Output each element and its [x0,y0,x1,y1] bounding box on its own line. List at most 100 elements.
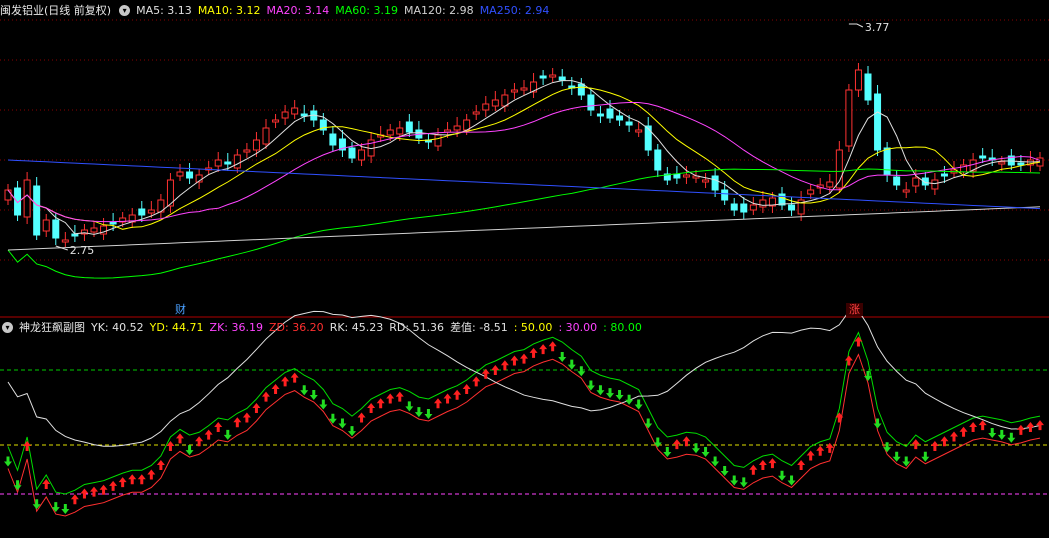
candle [243,149,251,153]
up-arrow-icon [443,393,452,404]
high-marker: 3.77 [865,21,890,34]
down-arrow-icon [61,504,70,514]
down-arrow-icon [51,502,60,513]
candle [940,173,948,177]
candle [740,203,748,213]
up-arrow-icon [281,376,290,387]
rk-value: RK: 45.23 [329,320,384,334]
candle [902,189,910,193]
down-arrow-icon [663,447,672,457]
candle [759,199,767,208]
stock-chart[interactable]: 3.77 2.75 [0,0,1049,538]
candle [329,133,337,146]
candle [749,204,757,211]
down-arrow-icon [223,429,232,440]
candle [883,147,891,176]
down-arrow-icon [309,390,318,400]
down-arrow-icon [988,428,997,438]
down-arrow-icon [739,477,748,488]
up-arrow-icon [128,474,137,485]
up-arrow-icon [797,460,806,470]
candle [405,121,413,133]
ma5-value: MA5: 3.13 [136,3,192,17]
candle [52,219,60,239]
up-arrow-icon [969,422,978,432]
up-arrow-icon [376,398,385,409]
candle [186,171,194,179]
candle [835,149,843,189]
limit-up-badge[interactable]: 涨 [846,303,863,316]
candle [854,69,862,91]
candle [539,75,547,79]
up-arrow-icon [233,417,242,428]
candle [109,221,117,225]
candle [606,108,614,119]
candle [386,129,394,136]
ma250-value: MA250: 2.94 [479,3,550,17]
candle [730,203,738,211]
candle [348,147,356,159]
candle [23,179,31,218]
down-arrow-icon [4,456,12,467]
up-arrow-icon [510,355,519,366]
up-arrow-icon [109,480,118,491]
up-arrow-icon [1036,420,1044,431]
down-arrow-icon [319,399,328,410]
chevron-down-icon[interactable]: ▾ [119,4,131,16]
down-arrow-icon [634,399,643,410]
up-arrow-icon [434,398,442,409]
low-marker: 2.75 [70,244,95,257]
candle [682,174,690,178]
down-arrow-icon [615,390,624,400]
candle [396,127,404,135]
sub-header: ▾ 神龙狂飙副图 YK: 40.52 YD: 44.71 ZK: 36.19 Z… [0,318,648,336]
down-arrow-icon [424,409,433,419]
up-arrow-icon [290,372,299,383]
up-arrow-icon [262,391,270,402]
candle [845,89,853,147]
candle [893,176,901,186]
candle [625,121,633,126]
up-arrow-icon [491,365,500,375]
candle [931,179,939,190]
up-arrow-icon [70,494,79,505]
down-arrow-icon [558,352,567,362]
down-arrow-icon [300,385,309,396]
up-arrow-icon [252,403,261,413]
candle [778,193,786,206]
candle [616,115,624,121]
up-arrow-icon [357,412,366,423]
rd-value: RD: 51.36 [389,320,445,334]
candle [291,107,299,115]
down-arrow-icon [185,445,194,456]
up-arrow-icon [548,341,557,352]
candle [912,177,920,187]
down-arrow-icon [625,394,634,405]
up-arrow-icon [118,477,127,488]
up-arrow-icon [529,347,538,358]
candle [233,154,241,169]
up-arrow-icon [481,368,490,379]
down-arrow-icon [921,451,930,462]
up-arrow-icon [539,344,548,355]
up-arrow-icon [930,441,939,451]
down-arrow-icon [778,470,786,481]
candle [520,87,528,91]
down-arrow-icon [567,359,576,370]
candle [176,171,184,177]
chevron-down-icon[interactable]: ▾ [2,321,13,333]
down-arrow-icon [701,447,710,457]
up-arrow-icon [453,389,462,400]
finance-badge[interactable]: 财 [172,303,189,316]
down-arrow-icon [405,401,414,412]
candle [702,179,710,183]
down-arrow-icon [730,475,739,486]
candle [482,103,490,111]
up-arrow-icon [271,384,280,394]
up-arrow-icon [90,486,98,497]
down-arrow-icon [997,429,1006,440]
down-arrow-icon [606,388,614,399]
up-arrow-icon [367,403,376,413]
down-arrow-icon [414,407,423,418]
ma10-value: MA10: 3.12 [197,3,261,17]
